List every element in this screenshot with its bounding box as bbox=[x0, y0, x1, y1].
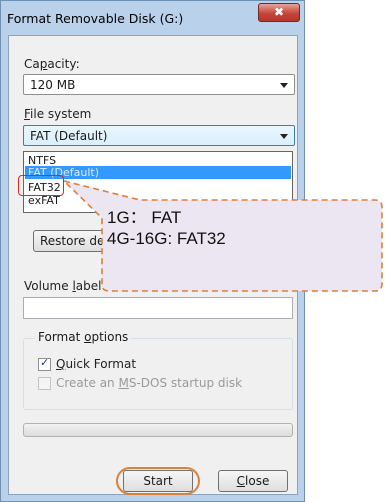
annotation-line-1: 1G： FAT bbox=[107, 208, 182, 227]
annotation-line-2: 4G-16G: FAT32 bbox=[107, 229, 226, 248]
annotation-note: 1G： FAT 4G-16G: FAT32 bbox=[107, 207, 382, 293]
